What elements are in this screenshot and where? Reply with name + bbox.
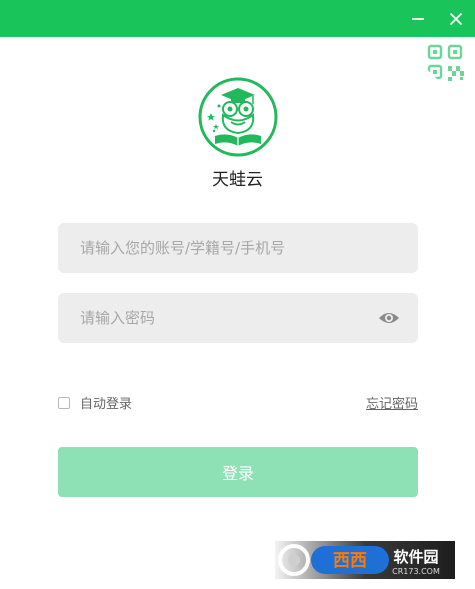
- auto-login-checkbox[interactable]: [58, 396, 70, 409]
- password-field-wrapper: [58, 293, 418, 343]
- account-input[interactable]: [58, 223, 418, 273]
- close-button[interactable]: [438, 0, 474, 37]
- forgot-password-link[interactable]: 忘记密码: [318, 393, 418, 412]
- watermark-logo-graphic: 西西 软件园 CR173.COM: [275, 541, 455, 579]
- auto-login-label: 自动登录: [80, 397, 133, 412]
- app-logo: [197, 76, 279, 158]
- auto-login-option[interactable]: 自动登录: [58, 393, 132, 412]
- watermark-logo: 西西 软件园 CR173.COM: [275, 541, 455, 579]
- password-input[interactable]: [58, 293, 418, 343]
- minimize-icon: [412, 17, 424, 20]
- title-bar: [0, 0, 475, 37]
- minimize-button[interactable]: [400, 0, 436, 37]
- toggle-password-visibility[interactable]: [378, 309, 400, 327]
- watermark-text-sub: CR173.COM: [392, 567, 440, 576]
- qr-code-icon: [418, 44, 464, 97]
- app-name: 天蛙云: [212, 170, 263, 190]
- qr-login-toggle[interactable]: [418, 37, 475, 97]
- close-icon: [449, 12, 463, 25]
- frog-graduate-logo: [198, 77, 278, 157]
- watermark-text-red: 西西: [333, 551, 367, 571]
- watermark-text-main: 软件园: [393, 548, 438, 566]
- login-button[interactable]: 登录: [58, 447, 418, 497]
- eye-icon: [379, 313, 399, 323]
- account-field-wrapper: [58, 223, 418, 273]
